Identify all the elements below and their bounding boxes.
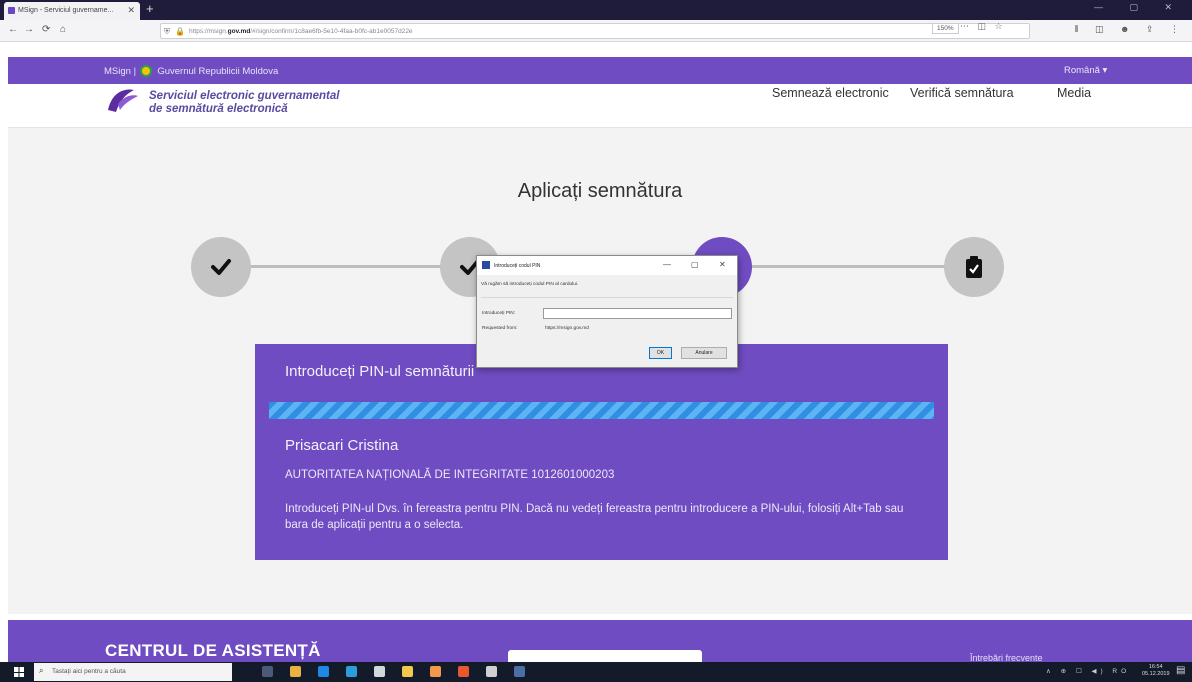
taskbar-clock[interactable]: 16:54 05.12.2019 [1142,664,1170,678]
url-prefix: https://msign. [189,28,228,35]
coat-of-arms-icon [139,65,152,77]
notifications-icon[interactable]: ▤ [1176,665,1185,676]
calculator-icon[interactable] [486,666,497,677]
check-icon [211,259,231,275]
lock-icon[interactable]: 🔒 [175,27,185,36]
favicon-icon [8,7,15,14]
nav-verify-signature[interactable]: Verifică semnătura [910,86,1014,100]
government-bar: MSign | Guvernul Republicii Moldova Româ… [8,57,1192,84]
reload-icon[interactable]: ⟳ [42,24,50,35]
step-1-done [191,237,251,297]
service-name-line-1: Serviciul electronic guvernamental [149,90,340,102]
page-title: Aplicați semnătura [517,180,683,202]
browser-toolbar: ← → ⟳ ⌂ ⛨ 🔒 https://msign.gov.md/#/sign/… [0,20,1192,42]
dialog-divider [481,297,733,298]
step-4-pending [944,237,1004,297]
main-content: Aplicați semnătura Introduceți PIN-ul se… [8,128,1192,614]
service-name: Serviciul electronic guvernamental de se… [149,90,339,116]
back-arrow-icon[interactable]: ← [8,24,18,35]
windows-taskbar: ⌕ Tastați aici pentru a căuta ∧ ⊕ ☐ ◀) R… [0,662,1192,682]
language-selector[interactable]: Română ▾ [1064,65,1107,76]
tab-title: MSign - Serviciul guvername... [18,7,114,14]
url-path: /#/sign/confirm/1c8ae6fb-5e10-4faa-b0fc-… [250,28,413,35]
help-center-heading: CENTRUL DE ASISTENȚĂ [105,641,321,660]
new-tab-button[interactable]: + [146,2,154,16]
clipboard-check-icon [966,256,982,278]
url-domain: gov.md [227,28,251,35]
close-icon[interactable]: ✕ [719,260,726,269]
mail-icon[interactable] [374,666,385,677]
signing-progress-bar [269,402,934,419]
briefcase-icon[interactable] [402,666,413,677]
service-name-line-2: de semnătură electronică [149,103,288,115]
clock-time: 16:54 [1148,664,1163,670]
card-reader-app-icon[interactable] [514,666,525,677]
window-controls[interactable]: — ▢ ✕ [1094,2,1184,13]
card-heading: Introduceți PIN-ul semnăturii [285,363,475,380]
system-tray-icons[interactable]: ∧ ⊕ ☐ ◀) RO [1046,667,1130,675]
site-header: Serviciul electronic guvernamental de se… [8,84,1192,128]
msign-brand-link[interactable]: MSign | [104,66,136,77]
page-actions-icons[interactable]: ⋯ ◫ ☆ [960,21,1006,32]
signing-status-card: Introduceți PIN-ul semnăturii Prisacari … [255,344,948,560]
taskbar-search-placeholder: Tastați aici pentru a căuta [52,668,126,675]
tab-close-icon[interactable]: ✕ [127,5,135,16]
shield-icon[interactable]: ⛨ [164,27,170,37]
nav-sign-electronically[interactable]: Semnează electronic [772,86,889,100]
clock-date: 05.12.2019 [1142,671,1170,677]
address-bar[interactable]: ⛨ 🔒 https://msign.gov.md/#/sign/confirm/… [160,23,1030,39]
home-icon[interactable]: ⌂ [60,24,66,35]
pin-label: Introduceți PIN: [482,311,516,316]
signer-name: Prisacari Cristina [285,437,399,454]
signer-organization: AUTORITATEA NAȚIONALĂ DE INTEGRITATE 101… [285,469,615,481]
msign-logo[interactable] [104,86,140,114]
nav-media[interactable]: Media [1057,86,1091,100]
card-reader-icon [482,261,490,269]
file-explorer-icon[interactable] [290,666,301,677]
browser-tab-strip: MSign - Serviciul guvername... ✕ + — ▢ ✕ [0,0,1192,20]
help-center-footer: CENTRUL DE ASISTENȚĂ Întrebări frecvente [8,620,1192,662]
forward-arrow-icon[interactable]: → [24,24,34,35]
dialog-message: Vă rugăm să introduceți codul PIN al car… [481,282,579,287]
search-icon: ⌕ [39,666,44,675]
edge-browser-icon[interactable] [318,666,329,677]
requested-from-label: Requested from: [482,326,518,331]
toolbar-extension-icons[interactable]: ⫴ ◫ ☻ ⇪ ⋮ [1075,24,1186,35]
dialog-titlebar[interactable]: Introduceți codul PIN — ▢ ✕ [477,256,737,275]
pin-dialog: Introduceți codul PIN — ▢ ✕ Vă rugăm să … [476,255,738,368]
chrome-icon[interactable] [430,666,441,677]
pin-instructions: Introduceți PIN-ul Dvs. în fereastra pen… [285,503,904,531]
taskbar-search[interactable]: ⌕ Tastați aici pentru a căuta [34,663,232,681]
browser-tab-msign[interactable]: MSign - Serviciul guvername... ✕ [4,2,140,20]
task-view-icon[interactable] [262,666,273,677]
minimize-icon[interactable]: — [663,260,671,269]
store-icon[interactable] [346,666,357,677]
maximize-icon[interactable]: ▢ [691,260,699,269]
windows-start-icon[interactable] [14,667,24,677]
cancel-button[interactable]: Anulare [681,347,727,359]
dialog-title: Introduceți codul PIN [494,263,541,269]
help-search-input[interactable] [508,650,702,662]
requested-from-value: https://msign.gov.md [545,326,589,331]
pin-input[interactable] [543,308,732,319]
faq-link[interactable]: Întrebări frecvente [970,653,1043,662]
zoom-indicator[interactable]: 150% [932,23,959,34]
ok-button[interactable]: OK [649,347,672,359]
firefox-icon[interactable] [458,666,469,677]
government-link[interactable]: Guvernul Republicii Moldova [157,66,278,77]
